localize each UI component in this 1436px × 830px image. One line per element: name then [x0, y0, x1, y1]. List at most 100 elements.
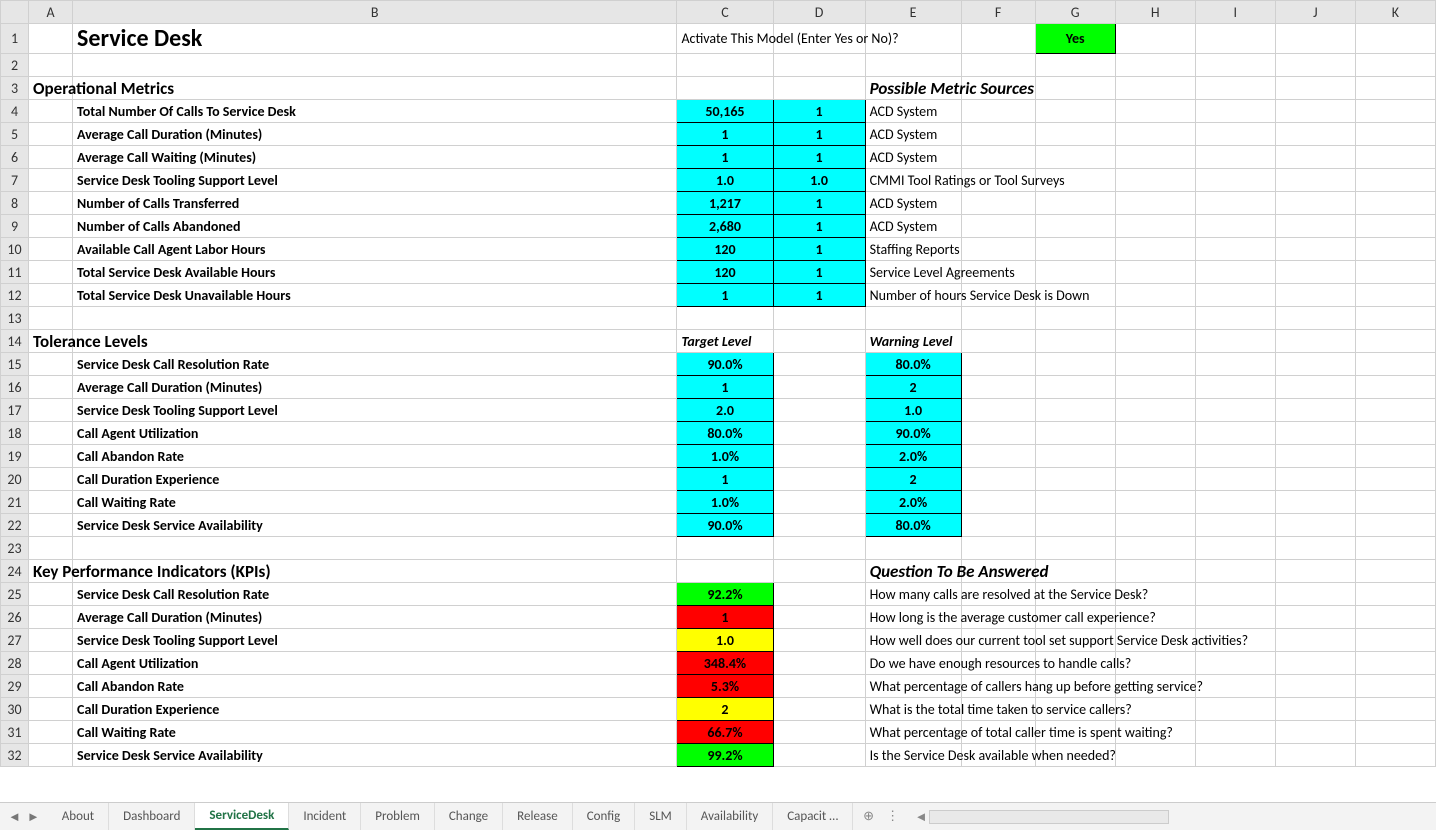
cell[interactable]	[29, 100, 73, 123]
cell[interactable]	[1115, 675, 1195, 698]
cell[interactable]	[1355, 445, 1435, 468]
cell[interactable]	[1035, 77, 1115, 100]
sheet-tab-release[interactable]: Release	[503, 803, 573, 830]
metric-value-d[interactable]: 1	[773, 261, 865, 284]
cell[interactable]	[1355, 514, 1435, 537]
cell[interactable]	[865, 307, 961, 330]
cell[interactable]	[1195, 307, 1275, 330]
nav-prev-icon[interactable]: ◄	[8, 809, 21, 825]
cell[interactable]	[29, 514, 73, 537]
section-kpis[interactable]: Key Performance Indicators (KPIs)	[29, 560, 73, 583]
cell[interactable]	[1195, 169, 1275, 192]
cell[interactable]	[1195, 123, 1275, 146]
col-header[interactable]: E	[865, 1, 961, 24]
col-header[interactable]: A	[29, 1, 73, 24]
metric-value-c[interactable]: 1	[677, 284, 773, 307]
metric-label[interactable]: Number of Calls Abandoned	[73, 215, 677, 238]
cell[interactable]	[1115, 100, 1195, 123]
cell[interactable]	[1355, 54, 1435, 77]
row-2[interactable]: 2	[1, 54, 1436, 77]
cell[interactable]	[73, 560, 677, 583]
row-header[interactable]: 25	[1, 583, 29, 606]
row-1[interactable]: 1Service DeskActivate This Model (Enter …	[1, 24, 1436, 54]
cell[interactable]	[1035, 261, 1115, 284]
cell[interactable]	[773, 744, 865, 767]
cell[interactable]	[29, 537, 73, 560]
row-header[interactable]: 11	[1, 261, 29, 284]
row-header[interactable]: 2	[1, 54, 29, 77]
metric-label[interactable]: Total Service Desk Available Hours	[73, 261, 677, 284]
cell[interactable]	[1355, 537, 1435, 560]
cell[interactable]	[1195, 514, 1275, 537]
row-29[interactable]: 29Call Abandon Rate5.3%What percentage o…	[1, 675, 1436, 698]
cell[interactable]	[961, 744, 1035, 767]
cell[interactable]	[1355, 261, 1435, 284]
metric-label[interactable]: Average Call Duration (Minutes)	[73, 123, 677, 146]
kpi-value[interactable]: 92.2%	[677, 583, 773, 606]
cell[interactable]	[961, 675, 1035, 698]
sheet-tab-capacit-[interactable]: Capacit …	[773, 803, 853, 830]
col-header[interactable]: D	[773, 1, 865, 24]
cell[interactable]	[1355, 330, 1435, 353]
row-20[interactable]: 20Call Duration Experience12	[1, 468, 1436, 491]
kpi-question[interactable]: What percentage of total caller time is …	[865, 721, 961, 744]
cell[interactable]	[29, 123, 73, 146]
row-16[interactable]: 16Average Call Duration (Minutes)12	[1, 376, 1436, 399]
cell[interactable]	[1035, 307, 1115, 330]
metric-value-c[interactable]: 2,680	[677, 215, 773, 238]
cell[interactable]	[1355, 192, 1435, 215]
section-possible-sources[interactable]: Possible Metric Sources	[865, 77, 961, 100]
cell[interactable]	[1275, 192, 1355, 215]
cell[interactable]	[1195, 77, 1275, 100]
cell[interactable]	[1115, 192, 1195, 215]
cell[interactable]	[1275, 606, 1355, 629]
metric-source[interactable]: ACD System	[865, 123, 961, 146]
cell[interactable]	[1195, 192, 1275, 215]
metric-value-d[interactable]: 1	[773, 215, 865, 238]
metric-value-d[interactable]: 1	[773, 284, 865, 307]
kpi-label[interactable]: Call Duration Experience	[73, 698, 677, 721]
row-header[interactable]: 3	[1, 77, 29, 100]
metric-source[interactable]: ACD System	[865, 100, 961, 123]
row-header[interactable]: 17	[1, 399, 29, 422]
metric-label[interactable]: Available Call Agent Labor Hours	[73, 238, 677, 261]
cell[interactable]	[1115, 77, 1195, 100]
cell[interactable]	[1275, 77, 1355, 100]
section-tolerance[interactable]: Tolerance Levels	[29, 330, 73, 353]
cell[interactable]	[1275, 399, 1355, 422]
cell[interactable]	[29, 192, 73, 215]
kpi-question[interactable]: How long is the average customer call ex…	[865, 606, 961, 629]
metric-label[interactable]: Total Number Of Calls To Service Desk	[73, 100, 677, 123]
cell[interactable]	[29, 422, 73, 445]
cell[interactable]	[1355, 698, 1435, 721]
row-header[interactable]: 6	[1, 146, 29, 169]
cell[interactable]	[1355, 583, 1435, 606]
sheet-tab-config[interactable]: Config	[573, 803, 636, 830]
cell[interactable]	[1035, 629, 1115, 652]
row-header[interactable]: 1	[1, 24, 29, 54]
cell[interactable]	[1195, 422, 1275, 445]
cell[interactable]	[1035, 721, 1115, 744]
row-header[interactable]: 32	[1, 744, 29, 767]
cell[interactable]	[1275, 146, 1355, 169]
sheet-tab-change[interactable]: Change	[435, 803, 503, 830]
metric-value-d[interactable]: 1.0	[773, 169, 865, 192]
row-header[interactable]: 24	[1, 560, 29, 583]
cell[interactable]	[73, 330, 677, 353]
cell[interactable]	[961, 330, 1035, 353]
row-header[interactable]: 4	[1, 100, 29, 123]
cell[interactable]	[1275, 652, 1355, 675]
cell[interactable]	[1195, 54, 1275, 77]
tolerance-warning[interactable]: 90.0%	[865, 422, 961, 445]
cell[interactable]	[1355, 100, 1435, 123]
tab-menu-icon[interactable]: ⋮	[886, 809, 899, 824]
row-header[interactable]: 5	[1, 123, 29, 146]
row-5[interactable]: 5Average Call Duration (Minutes)11ACD Sy…	[1, 123, 1436, 146]
cell[interactable]	[1035, 468, 1115, 491]
cell[interactable]	[1275, 629, 1355, 652]
cell[interactable]	[1035, 376, 1115, 399]
tolerance-warning[interactable]: 2	[865, 376, 961, 399]
metric-value-d[interactable]: 1	[773, 146, 865, 169]
metric-value-c[interactable]: 1.0	[677, 169, 773, 192]
metric-value-d[interactable]: 1	[773, 238, 865, 261]
